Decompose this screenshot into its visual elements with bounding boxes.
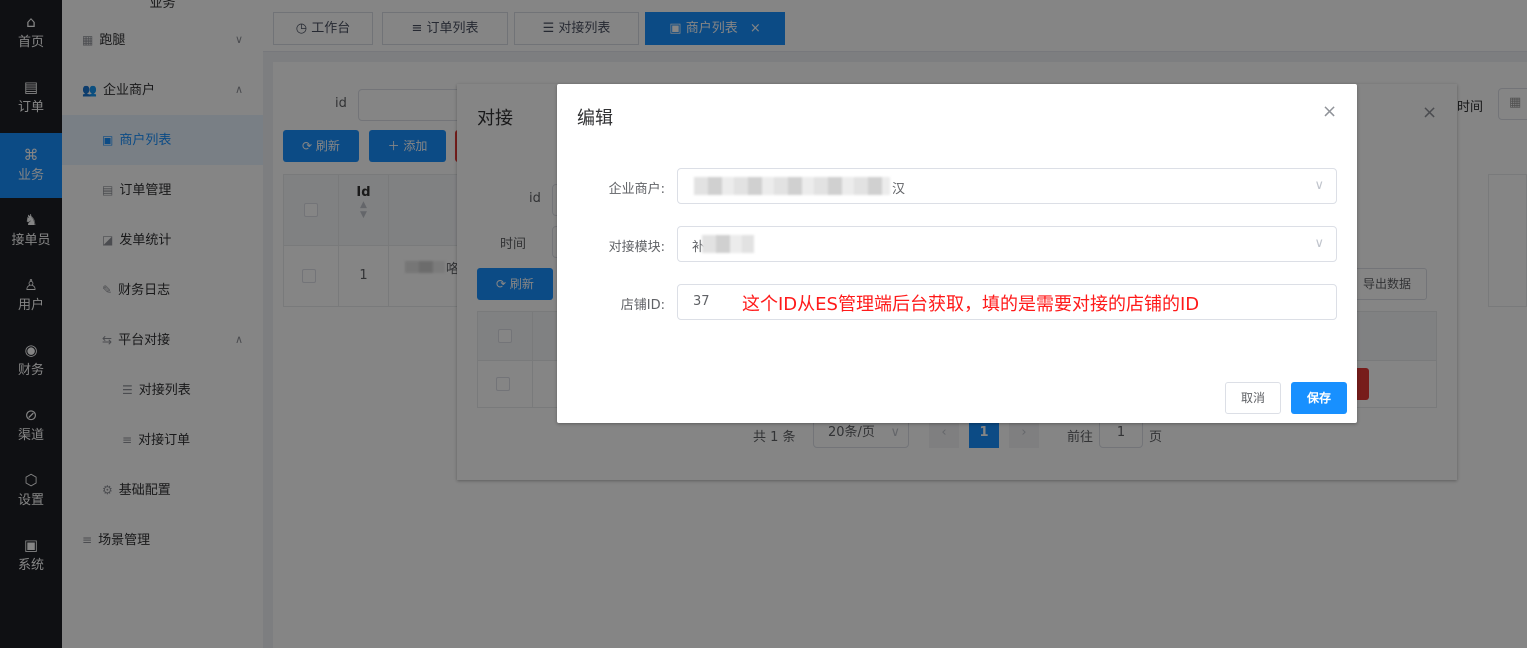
annotation-text: 这个ID从ES管理端后台获取，填的是需要对接的店铺的ID [742,294,1200,315]
module-label: 对接模块: [608,240,665,255]
close-icon[interactable]: × [1322,101,1337,122]
cancel-button[interactable]: 取消 [1225,382,1281,414]
module-select[interactable]: 补 ∨ [677,226,1337,262]
chevron-down-icon: ∨ [1314,236,1324,251]
merchant-label: 企业商户: [608,182,665,197]
merchant-select[interactable]: 汉 ∨ [677,168,1337,204]
edit-dialog-title: 编辑 [577,108,613,129]
save-button[interactable]: 保存 [1291,382,1347,414]
edit-dialog: 编辑 × 企业商户: 汉 ∨ 对接模块: 补 ∨ 店铺ID: 37 这个ID从E… [557,84,1357,423]
store-id-label: 店铺ID: [620,298,665,313]
store-id-input[interactable]: 37 这个ID从ES管理端后台获取，填的是需要对接的店铺的ID [677,284,1337,320]
chevron-down-icon: ∨ [1314,178,1324,193]
